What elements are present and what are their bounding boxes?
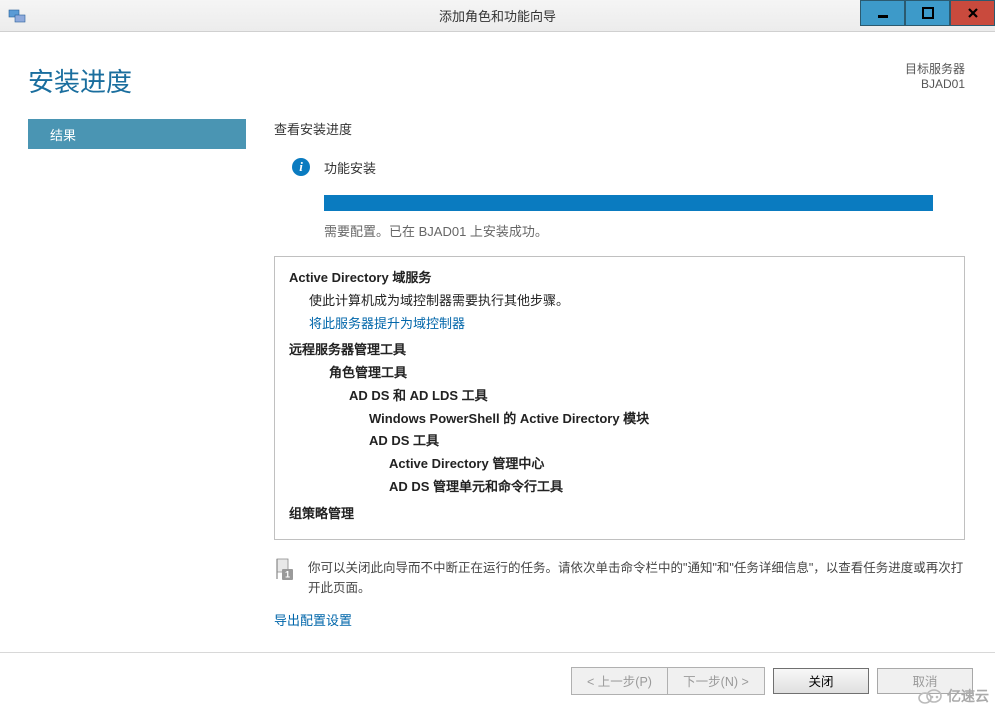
details-heading: 查看安装进度 bbox=[274, 119, 965, 138]
result-powershell-module: Windows PowerShell 的 Active Directory 模块 bbox=[369, 408, 950, 431]
target-server-info: 目标服务器 BJAD01 bbox=[905, 60, 965, 91]
content-area: 安装进度 目标服务器 BJAD01 结果 查看安装进度 i 功能安装 需要配置。… bbox=[0, 32, 995, 652]
window-title: 添加角色和功能向导 bbox=[439, 6, 556, 25]
next-button[interactable]: 下一步(N) > bbox=[668, 668, 764, 694]
target-server-name: BJAD01 bbox=[905, 77, 965, 91]
status-row: i 功能安装 bbox=[274, 158, 965, 177]
titlebar: 添加角色和功能向导 bbox=[0, 0, 995, 32]
sidebar-step-results[interactable]: 结果 bbox=[28, 119, 246, 149]
result-remote-admin-tools: 远程服务器管理工具 bbox=[289, 339, 950, 362]
details-panel: 查看安装进度 i 功能安装 需要配置。已在 BJAD01 上安装成功。 Acti… bbox=[246, 119, 967, 639]
progress-bar bbox=[324, 195, 933, 211]
nav-button-group: < 上一步(P) 下一步(N) > bbox=[571, 667, 765, 695]
target-server-label: 目标服务器 bbox=[905, 60, 965, 77]
footer-note-text: 你可以关闭此向导而不中断正在运行的任务。请依次单击命令栏中的"通知"和"任务详细… bbox=[308, 558, 965, 598]
result-promote-desc: 使此计算机成为域控制器需要执行其他步骤。 bbox=[309, 290, 950, 313]
status-label: 功能安装 bbox=[324, 158, 376, 177]
page-title: 安装进度 bbox=[28, 62, 967, 99]
main-body: 结果 查看安装进度 i 功能安装 需要配置。已在 BJAD01 上安装成功。 A… bbox=[28, 119, 967, 639]
result-ad-ds-tools: AD DS 工具 bbox=[369, 430, 950, 453]
result-group-policy-mgmt: 组策略管理 bbox=[289, 503, 950, 526]
promote-dc-link[interactable]: 将此服务器提升为域控制器 bbox=[309, 316, 465, 331]
result-ad-domain-services: Active Directory 域服务 bbox=[289, 267, 950, 290]
close-button[interactable]: 关闭 bbox=[773, 668, 869, 694]
wizard-sidebar: 结果 bbox=[28, 119, 246, 639]
minimize-button[interactable] bbox=[860, 0, 905, 26]
info-icon: i bbox=[292, 158, 310, 176]
config-message: 需要配置。已在 BJAD01 上安装成功。 bbox=[324, 221, 965, 240]
result-ad-ds-lds-tools: AD DS 和 AD LDS 工具 bbox=[349, 385, 950, 408]
window-controls bbox=[860, 0, 995, 26]
close-window-button[interactable] bbox=[950, 0, 995, 26]
export-config-link[interactable]: 导出配置设置 bbox=[274, 610, 352, 629]
flag-icon: 1 bbox=[274, 558, 298, 580]
cancel-button[interactable]: 取消 bbox=[877, 668, 973, 694]
maximize-button[interactable] bbox=[905, 0, 950, 26]
footer-note: 1 你可以关闭此向导而不中断正在运行的任务。请依次单击命令栏中的"通知"和"任务… bbox=[274, 558, 965, 598]
results-box: Active Directory 域服务 使此计算机成为域控制器需要执行其他步骤… bbox=[274, 256, 965, 540]
result-ad-admin-center: Active Directory 管理中心 bbox=[389, 453, 950, 476]
app-icon bbox=[8, 7, 26, 25]
previous-button[interactable]: < 上一步(P) bbox=[572, 668, 668, 694]
result-ad-ds-snapins: AD DS 管理单元和命令行工具 bbox=[389, 476, 950, 499]
svg-text:1: 1 bbox=[285, 570, 290, 580]
result-role-admin-tools: 角色管理工具 bbox=[329, 362, 950, 385]
button-bar: < 上一步(P) 下一步(N) > 关闭 取消 bbox=[0, 652, 995, 708]
